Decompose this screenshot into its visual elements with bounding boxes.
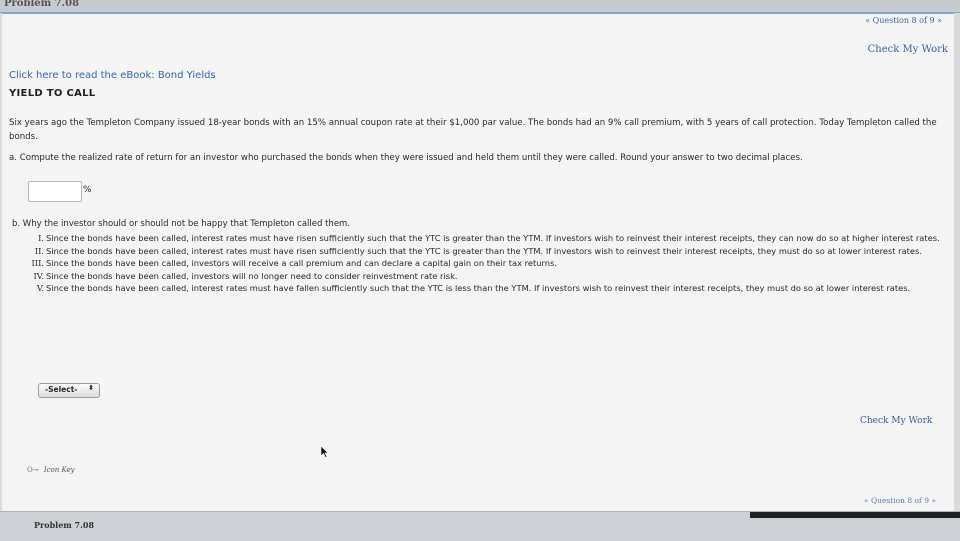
option-text: Since the bonds have been called, intere…: [46, 283, 911, 294]
option-number: I.: [38, 233, 44, 243]
check-my-work-button-top[interactable]: Check My Work: [868, 44, 948, 55]
icon-key-link[interactable]: O⊸ Icon Key: [27, 466, 75, 474]
option-iv: IV. Since the bonds have been called, in…: [28, 271, 958, 283]
answer-select-dropdown[interactable]: -Select- ⬍: [38, 383, 100, 398]
option-number: II.: [34, 245, 44, 256]
icon-key-label: Icon Key: [43, 466, 75, 474]
ebook-link[interactable]: Click here to read the eBook: Bond Yield…: [9, 70, 216, 81]
dark-strip: [750, 512, 960, 518]
question-navigator-bottom[interactable]: « Question 8 of 9 »: [864, 496, 936, 505]
option-v: V. Since the bonds have been called, int…: [28, 283, 958, 295]
option-ii: II. Since the bonds have been called, in…: [28, 246, 958, 258]
mouse-cursor-icon: [320, 443, 329, 462]
key-icon: O⊸: [27, 466, 39, 474]
section-title: YIELD TO CALL: [9, 88, 96, 99]
answer-input[interactable]: [28, 181, 82, 202]
option-text: Since the bonds have been called, intere…: [46, 245, 922, 256]
option-number: V.: [36, 283, 44, 294]
question-navigator[interactable]: « Question 8 of 9 »: [865, 16, 942, 25]
option-text: Since the bonds have been called, intere…: [46, 233, 940, 243]
check-my-work-button-bottom[interactable]: Check My Work: [860, 416, 932, 426]
part-a-question: a. Compute the realized rate of return f…: [9, 153, 803, 163]
footer-problem-title: Problem 7.08: [34, 520, 95, 530]
option-text: Since the bonds have been called, invest…: [46, 258, 557, 269]
option-number: III.: [31, 258, 44, 269]
option-iii: III. Since the bonds have been called, i…: [28, 258, 958, 270]
option-number: IV.: [33, 270, 44, 281]
option-text: Since the bonds have been called, invest…: [46, 270, 458, 281]
problem-title: Problem 7.08: [4, 0, 80, 9]
answer-options-list: I. Since the bonds have been called, int…: [28, 233, 958, 296]
bottom-bar: Problem 7.08: [0, 511, 960, 541]
select-value: -Select-: [45, 385, 78, 394]
percent-unit-label: %: [83, 185, 92, 195]
option-i: I. Since the bonds have been called, int…: [28, 233, 958, 245]
part-b-question: b. Why the investor should or should not…: [12, 219, 351, 229]
select-arrows-icon: ⬍: [88, 384, 94, 392]
problem-statement: Six years ago the Templeton Company issu…: [9, 118, 937, 142]
